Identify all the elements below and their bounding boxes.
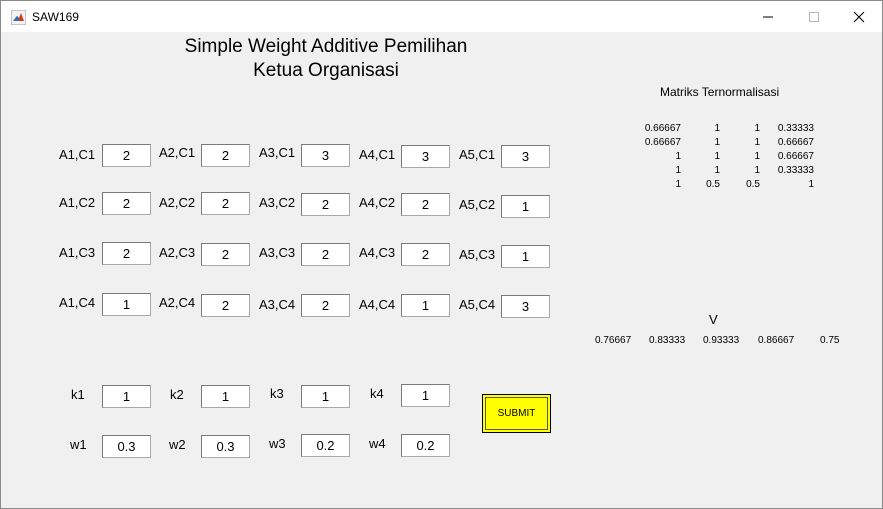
v-title: V xyxy=(709,312,718,327)
page-title-line1: Simple Weight Additive Pemilihan xyxy=(184,36,468,57)
input-a2-c2[interactable]: 2 xyxy=(201,192,250,215)
matrix-title: Matriks Ternormalisasi xyxy=(660,85,780,99)
matrix-cell: 1 xyxy=(754,151,760,162)
label-a1-c1: A1,C1 xyxy=(59,147,96,162)
matrix-cell: 0.33333 xyxy=(777,165,814,176)
input-a4-c4[interactable]: 1 xyxy=(401,294,450,317)
v-value: 0.76667 xyxy=(595,335,632,346)
label-a3-c3: A3,C3 xyxy=(259,245,296,260)
label-a5-c2: A5,C2 xyxy=(459,197,496,212)
input-a1-c2[interactable]: 2 xyxy=(102,192,151,215)
v-value: 0.93333 xyxy=(703,335,740,346)
matrix-cell: 1 xyxy=(754,165,760,176)
input-a5-c3[interactable]: 1 xyxy=(501,245,550,268)
minimize-button[interactable] xyxy=(745,1,791,32)
matlab-icon xyxy=(10,9,27,26)
label-a2-c4: A2,C4 xyxy=(159,295,196,310)
input-a2-c4[interactable]: 2 xyxy=(201,294,250,317)
label-k3: k3 xyxy=(270,386,284,401)
label-w4: w4 xyxy=(369,436,386,451)
label-a4-c4: A4,C4 xyxy=(359,297,396,312)
maximize-icon xyxy=(809,12,819,22)
label-a2-c1: A2,C1 xyxy=(159,145,196,160)
matrix-cell: 1 xyxy=(754,123,760,134)
maximize-button[interactable] xyxy=(791,1,837,32)
input-k2[interactable]: 1 xyxy=(201,385,250,408)
input-w4[interactable]: 0.2 xyxy=(401,434,450,457)
v-value: 0.75 xyxy=(820,335,840,346)
matrix-cell: 0.5 xyxy=(746,179,760,190)
input-a3-c2[interactable]: 2 xyxy=(301,193,350,216)
matrix-cell: 0.66667 xyxy=(777,151,814,162)
input-a3-c1[interactable]: 3 xyxy=(301,144,350,167)
label-a1-c4: A1,C4 xyxy=(59,295,96,310)
input-a2-c3[interactable]: 2 xyxy=(201,243,250,266)
input-a2-c1[interactable]: 2 xyxy=(201,144,250,167)
submit-button[interactable]: SUBMIT xyxy=(482,394,551,433)
matrix-cell: 0.66667 xyxy=(777,137,814,148)
input-a1-c3[interactable]: 2 xyxy=(102,242,151,265)
v-value: 0.83333 xyxy=(649,335,686,346)
title-bar: SAW169 xyxy=(1,1,882,32)
label-a1-c2: A1,C2 xyxy=(59,195,96,210)
window-title: SAW169 xyxy=(32,10,79,24)
input-w3[interactable]: 0.2 xyxy=(301,434,350,457)
input-k1[interactable]: 1 xyxy=(102,385,151,408)
label-a4-c3: A4,C3 xyxy=(359,245,396,260)
v-value: 0.86667 xyxy=(758,335,795,346)
input-a5-c1[interactable]: 3 xyxy=(501,145,550,168)
label-k2: k2 xyxy=(170,387,184,402)
label-a4-c1: A4,C1 xyxy=(359,147,396,162)
input-k4[interactable]: 1 xyxy=(401,384,450,407)
page-title-line2: Ketua Organisasi xyxy=(253,60,399,81)
minimize-icon xyxy=(763,16,773,18)
input-a4-c1[interactable]: 3 xyxy=(401,145,450,168)
label-k1: k1 xyxy=(71,387,85,402)
label-w2: w2 xyxy=(169,437,186,452)
input-a4-c3[interactable]: 2 xyxy=(401,243,450,266)
label-a3-c2: A3,C2 xyxy=(259,195,296,210)
input-a3-c3[interactable]: 2 xyxy=(301,243,350,266)
label-w1: w1 xyxy=(70,437,87,452)
matrix-cell: 1 xyxy=(808,179,814,190)
input-a5-c2[interactable]: 1 xyxy=(501,195,550,218)
label-a2-c2: A2,C2 xyxy=(159,195,196,210)
input-a1-c1[interactable]: 2 xyxy=(102,144,151,167)
input-w2[interactable]: 0.3 xyxy=(201,435,250,458)
label-a5-c3: A5,C3 xyxy=(459,247,496,262)
input-k3[interactable]: 1 xyxy=(301,385,350,408)
close-button[interactable] xyxy=(836,1,882,32)
label-a2-c3: A2,C3 xyxy=(159,245,196,260)
input-a5-c4[interactable]: 3 xyxy=(501,295,550,318)
close-icon xyxy=(853,11,865,23)
input-a1-c4[interactable]: 1 xyxy=(102,293,151,316)
label-a4-c2: A4,C2 xyxy=(359,195,396,210)
input-a3-c4[interactable]: 2 xyxy=(301,294,350,317)
input-a4-c2[interactable]: 2 xyxy=(401,193,450,216)
label-a5-c4: A5,C4 xyxy=(459,297,496,312)
input-w1[interactable]: 0.3 xyxy=(102,435,151,458)
label-a1-c3: A1,C3 xyxy=(59,245,96,260)
label-a3-c4: A3,C4 xyxy=(259,297,296,312)
label-w3: w3 xyxy=(269,436,286,451)
label-k4: k4 xyxy=(370,386,384,401)
label-a5-c1: A5,C1 xyxy=(459,147,496,162)
matrix-cell: 0.33333 xyxy=(777,123,814,134)
figure-panel: Simple Weight Additive Pemilihan Ketua O… xyxy=(1,32,882,508)
matrix-cell: 1 xyxy=(754,137,760,148)
label-a3-c1: A3,C1 xyxy=(259,145,296,160)
app-window: SAW169 Simple Weight Additive Pemilihan … xyxy=(0,0,883,509)
